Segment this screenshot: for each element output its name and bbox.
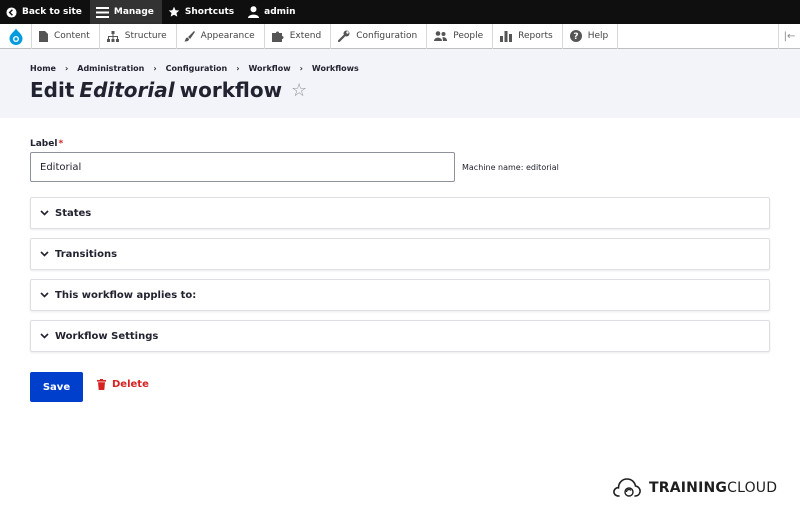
tray-item-help[interactable]: ? Help [563, 23, 619, 49]
cloud-icon [613, 478, 641, 497]
shortcuts-label: Shortcuts [184, 7, 235, 17]
details-summary: States [55, 207, 92, 219]
breadcrumb-home[interactable]: Home [30, 64, 56, 73]
trainingcloud-logo: TRAININGCLOUD [612, 476, 777, 500]
delete-label: Delete [112, 379, 149, 390]
trash-icon [97, 379, 106, 390]
label-text: Label [30, 139, 58, 149]
breadcrumb-separator: › [153, 64, 157, 73]
machine-name: Machine name: editorial [462, 163, 559, 172]
add-shortcut-star-icon[interactable]: ☆ [291, 80, 307, 101]
tray-item-label: Reports [518, 31, 553, 41]
tray-item-reports[interactable]: Reports [493, 23, 563, 49]
user-icon [248, 6, 260, 18]
details-summary: This workflow applies to: [55, 289, 197, 301]
workflow-settings-details[interactable]: Workflow Settings [30, 320, 770, 352]
tray-item-label: Configuration [356, 31, 418, 41]
hamburger-icon [95, 6, 109, 18]
tray-item-configuration[interactable]: Configuration [331, 23, 428, 49]
tray-item-appearance[interactable]: Appearance [177, 23, 265, 49]
user-label: admin [264, 7, 296, 17]
applies-to-details[interactable]: This workflow applies to: [30, 279, 770, 311]
tray-item-label: Extend [289, 31, 322, 41]
breadcrumb-separator: › [236, 64, 240, 73]
bar-chart-icon [500, 30, 513, 42]
chevron-down-icon [40, 333, 49, 339]
puzzle-icon [271, 31, 284, 42]
tray-item-extend[interactable]: Extend [265, 23, 332, 49]
details-summary: Workflow Settings [55, 330, 159, 342]
breadcrumb-workflows[interactable]: Workflows [312, 64, 359, 73]
chevron-down-icon [40, 251, 49, 257]
structure-icon [106, 30, 119, 42]
details-summary: Transitions [55, 248, 118, 260]
star-icon [168, 6, 180, 17]
svg-text:?: ? [573, 32, 578, 42]
breadcrumb-administration[interactable]: Administration [77, 64, 144, 73]
breadcrumb-separator: › [299, 64, 303, 73]
trainingcloud-wordmark: TRAININGCLOUD [649, 480, 777, 496]
admin-toolbar: Back to site Manage Shortcuts admin [0, 0, 800, 24]
admin-tray: Content Structure Appearance Extend Conf… [0, 23, 800, 49]
paintbrush-icon [184, 30, 195, 41]
chevron-down-icon [40, 210, 49, 216]
wordmark-rest: CLOUD [727, 480, 778, 496]
tray-item-people[interactable]: People [427, 23, 494, 49]
shortcuts-tab[interactable]: Shortcuts [162, 0, 242, 24]
transitions-details[interactable]: Transitions [30, 238, 770, 270]
wrench-icon [338, 30, 350, 42]
page-title-prefix: Edit [30, 78, 75, 102]
tray-item-content[interactable]: Content [32, 23, 100, 49]
wordmark-bold: TRAINING [649, 480, 728, 496]
tray-item-label: People [453, 31, 484, 41]
delete-link[interactable]: Delete [97, 379, 149, 390]
save-button[interactable]: Save [30, 372, 83, 402]
breadcrumb-workflow[interactable]: Workflow [248, 64, 290, 73]
tray-orientation-toggle[interactable]: |← [778, 24, 800, 49]
manage-label: Manage [113, 7, 154, 17]
drupal-drop-icon [9, 28, 22, 45]
label-input[interactable] [30, 152, 455, 182]
states-details[interactable]: States [30, 197, 770, 229]
page-header: Home › Administration › Configuration › … [0, 49, 800, 118]
help-icon: ? [569, 30, 582, 42]
back-arrow-icon [6, 6, 17, 18]
page-title: Edit Editorial workflow ☆ [30, 78, 307, 102]
tray-item-label: Content [54, 31, 90, 41]
back-to-site-link[interactable]: Back to site [0, 0, 90, 24]
required-marker: * [58, 139, 64, 149]
tray-item-structure[interactable]: Structure [100, 23, 177, 49]
chevron-down-icon [40, 292, 49, 298]
label-field-label: Label* [30, 139, 63, 149]
page-title-suffix: workflow [179, 78, 283, 102]
drupal-logo[interactable] [0, 23, 32, 49]
breadcrumb-separator: › [64, 64, 69, 73]
tray-item-label: Appearance [200, 31, 255, 41]
user-tab[interactable]: admin [242, 0, 303, 24]
back-to-site-label: Back to site [22, 7, 82, 17]
page-title-name: Editorial [79, 78, 175, 102]
breadcrumb: Home › Administration › Configuration › … [30, 64, 359, 73]
people-icon [434, 30, 448, 41]
tray-item-label: Structure [124, 31, 167, 41]
tray-item-label: Help [587, 31, 609, 41]
manage-tab[interactable]: Manage [89, 0, 162, 24]
breadcrumb-configuration[interactable]: Configuration [166, 64, 228, 73]
page-icon [39, 30, 48, 42]
